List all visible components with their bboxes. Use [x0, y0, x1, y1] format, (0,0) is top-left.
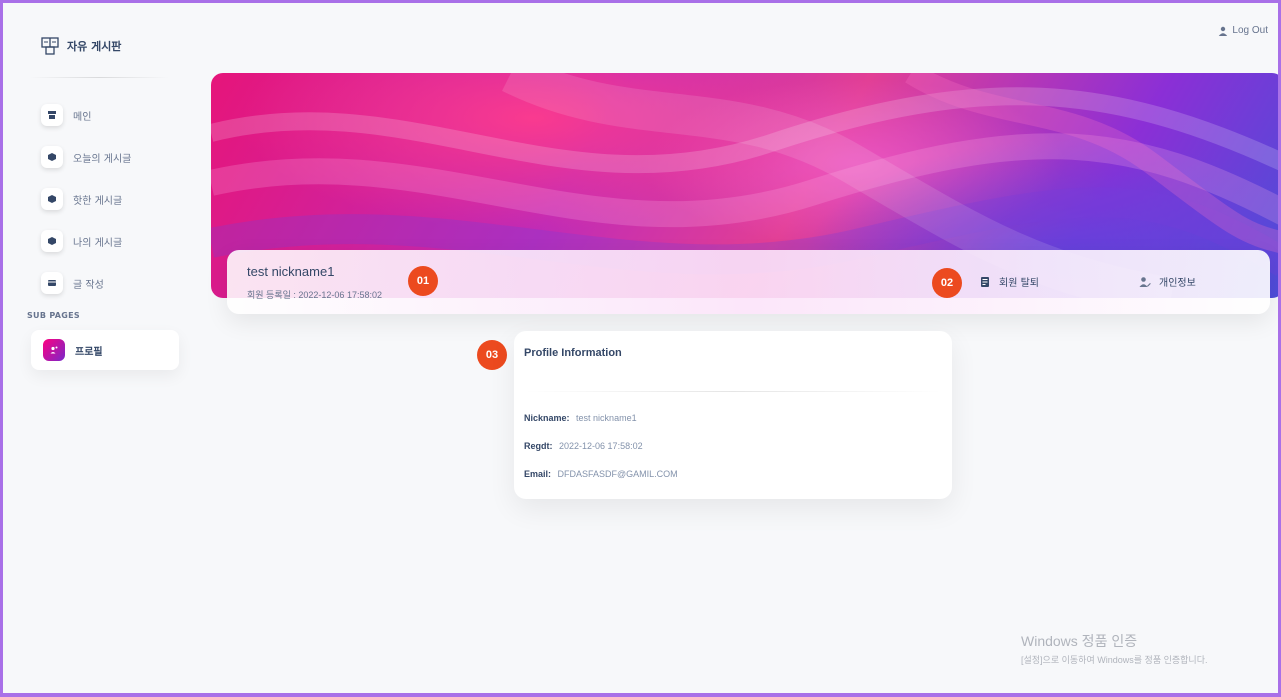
sidebar-item-hot-posts[interactable]: 핫한 게시글	[33, 182, 181, 216]
sidebar-item-today-posts[interactable]: 오늘의 게시글	[33, 140, 181, 174]
profile-information-card: Profile Information Nickname: test nickn…	[514, 331, 952, 499]
info-title: Profile Information	[524, 347, 622, 359]
sidebar-item-write[interactable]: 글 작성	[33, 266, 181, 300]
annotation-badge-02: 02	[932, 268, 962, 298]
brand[interactable]: 자유 게시판	[41, 37, 121, 55]
board-logo-icon	[41, 37, 59, 55]
annotation-badge-01: 01	[408, 266, 438, 296]
document-icon	[981, 276, 989, 287]
store-icon	[41, 104, 63, 126]
watermark-line1: Windows 정품 인증	[1021, 633, 1138, 649]
sidebar-item-profile[interactable]: 프로필	[31, 330, 179, 370]
sidebar-item-label: 글 작성	[73, 279, 104, 291]
withdraw-button[interactable]: 회원 탈퇴	[979, 274, 1039, 289]
user-icon	[1219, 26, 1228, 36]
box-icon	[41, 146, 63, 168]
info-key: Regdt:	[524, 441, 553, 451]
info-value: DFDASFASDF@GAMIL.COM	[557, 469, 678, 479]
sidebar-item-main[interactable]: 메인	[33, 98, 181, 132]
info-key: Email:	[524, 469, 552, 479]
watermark-line2: [설정]으로 이동하여 Windows를 정품 인증합니다.	[1021, 655, 1208, 665]
box-icon	[41, 188, 63, 210]
info-key: Nickname:	[524, 413, 570, 423]
info-value: 2022-12-06 17:58:02	[559, 441, 643, 451]
info-row-nickname: Nickname: test nickname1	[524, 413, 637, 423]
sub-pages-heading: SUB PAGES	[27, 311, 80, 320]
annotation-badge-03: 03	[477, 340, 507, 370]
user-edit-icon	[1139, 276, 1151, 287]
brand-title: 자유 게시판	[67, 40, 122, 53]
profile-header-card: test nickname1 회원 등록일 : 2022-12-06 17:58…	[227, 250, 1270, 314]
brand-divider	[29, 77, 169, 78]
profile-regdate: 회원 등록일 : 2022-12-06 17:58:02	[247, 290, 382, 300]
info-row-regdt: Regdt: 2022-12-06 17:58:02	[524, 441, 643, 451]
profile-name: test nickname1	[247, 264, 335, 279]
logout-button[interactable]: Log Out	[1218, 25, 1268, 36]
box-icon	[41, 230, 63, 252]
card-icon	[41, 272, 63, 294]
sidebar-item-label: 핫한 게시글	[73, 195, 123, 207]
sidebar-item-label: 메인	[73, 111, 92, 123]
sidebar-item-my-posts[interactable]: 나의 게시글	[33, 224, 181, 258]
info-value: test nickname1	[576, 413, 637, 423]
withdraw-label: 회원 탈퇴	[999, 278, 1039, 289]
logout-label: Log Out	[1232, 25, 1268, 36]
sidebar-item-label: 프로필	[75, 346, 103, 358]
user-icon	[43, 339, 65, 361]
app-frame: 자유 게시판 메인 오늘의 게시글 핫한 게시글 나의 게시글 글 작성 SUB…	[0, 0, 1281, 697]
sidebar-item-label: 오늘의 게시글	[73, 153, 132, 165]
sidebar-item-label: 나의 게시글	[73, 237, 123, 249]
personal-info-button[interactable]: 개인정보	[1139, 274, 1196, 289]
windows-activation-watermark: Windows 정품 인증 [설정]으로 이동하여 Windows를 정품 인증…	[1021, 631, 1208, 666]
personal-info-label: 개인정보	[1159, 278, 1196, 289]
info-divider	[524, 391, 942, 392]
info-row-email: Email: DFDASFASDF@GAMIL.COM	[524, 469, 678, 479]
